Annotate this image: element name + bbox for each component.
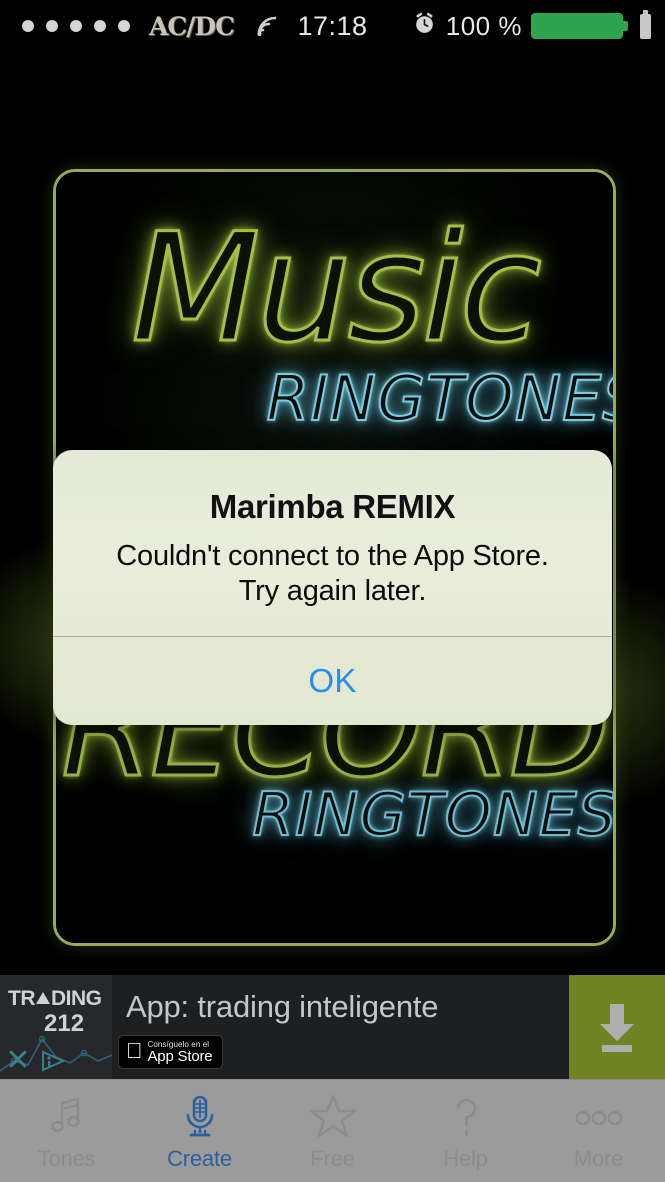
- ad-download-button[interactable]: [569, 975, 665, 1079]
- ad-brand-suffix: DING: [51, 987, 102, 1010]
- ellipsis-icon: [569, 1092, 629, 1140]
- close-icon[interactable]: ✕: [2, 1045, 34, 1077]
- status-bar-right: 100 %: [412, 9, 651, 42]
- tab-tones[interactable]: Tones: [0, 1080, 133, 1182]
- battery-vertical-icon: [640, 9, 651, 39]
- battery-icon: [531, 13, 628, 39]
- tab-more[interactable]: More: [532, 1080, 665, 1182]
- tab-help[interactable]: Help: [399, 1080, 532, 1182]
- alert-content: Marimba REMIX Couldn't connect to the Ap…: [53, 450, 612, 636]
- ad-brand-chevron-icon: [36, 992, 50, 1004]
- star-icon: [308, 1092, 358, 1140]
- tab-help-label: Help: [443, 1145, 488, 1171]
- ad-advertiser-logo: TR DING 212 ✕: [0, 975, 112, 1079]
- alert-message-line-2: Try again later.: [238, 575, 427, 608]
- alert-ok-button[interactable]: OK: [53, 637, 612, 725]
- phone-screen: AC/DC 17:18 100 % Music RINGTONES RECORD…: [0, 0, 665, 1182]
- download-icon: [600, 1004, 634, 1052]
- app-store-badge-large: App Store: [131, 1047, 213, 1065]
- battery-percent-label: 100 %: [445, 10, 522, 41]
- alert-title: Marimba REMIX: [209, 488, 456, 525]
- tab-tones-label: Tones: [37, 1145, 96, 1171]
- tab-create[interactable]: Create: [133, 1080, 266, 1182]
- ad-choices-icon[interactable]: [36, 1045, 70, 1077]
- microphone-icon: [176, 1092, 224, 1140]
- ad-brand-name: TR DING: [8, 987, 102, 1011]
- alert-message-line-1: Couldn't connect to the App Store.: [116, 540, 549, 572]
- app-store-badge[interactable]:  Consíguelo en el App Store: [118, 1035, 224, 1069]
- music-note-icon: [43, 1092, 91, 1140]
- tab-more-label: More: [573, 1145, 624, 1171]
- tab-create-label: Create: [167, 1145, 232, 1171]
- ad-banner[interactable]: TR DING 212 ✕ App: trading inteligente C…: [0, 975, 665, 1079]
- status-bar: AC/DC 17:18 100 %: [0, 0, 665, 52]
- alert-dialog: Marimba REMIX Couldn't connect to the Ap…: [53, 450, 612, 725]
- tab-free-label: Free: [310, 1145, 355, 1171]
- ad-brand-prefix: TR: [8, 987, 36, 1010]
- question-mark-icon: [442, 1092, 490, 1140]
- tab-bar: Tones Create Free Help More: [0, 1079, 665, 1182]
- alarm-clock-icon: [412, 11, 437, 41]
- tab-free[interactable]: Free: [266, 1080, 399, 1182]
- apple-icon: : [126, 1039, 143, 1062]
- ad-headline: App: trading inteligente: [126, 989, 439, 1024]
- app-store-badge-text: Consíguelo en el App Store: [131, 1040, 213, 1065]
